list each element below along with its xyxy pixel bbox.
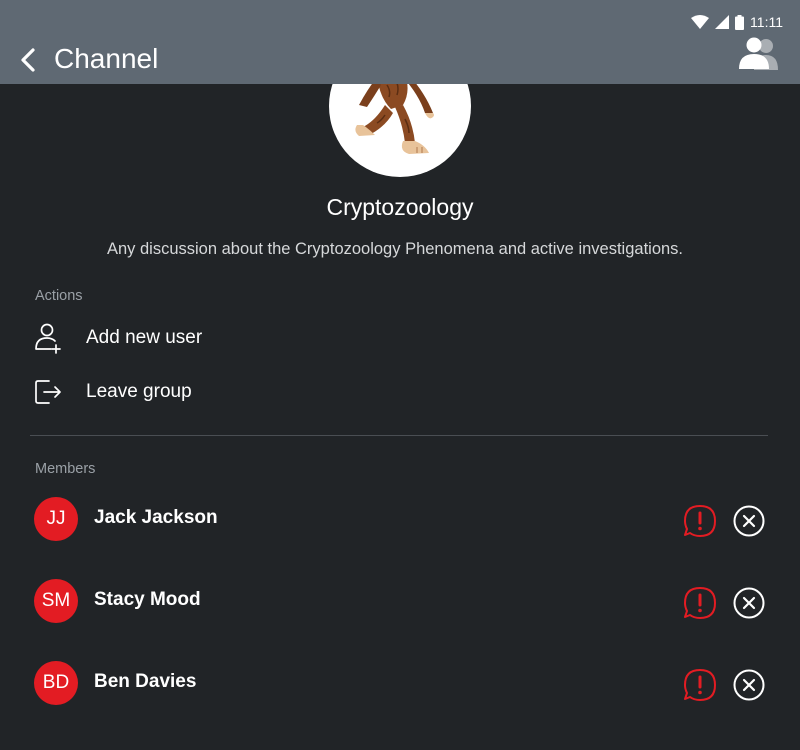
- members-button[interactable]: [734, 34, 782, 74]
- member-name: Stacy Mood: [94, 589, 201, 610]
- leave-group-button[interactable]: Leave group: [30, 370, 430, 414]
- member-avatar: SM: [34, 579, 78, 623]
- add-new-user-button[interactable]: Add new user: [30, 316, 430, 360]
- close-icon: [733, 587, 765, 619]
- wifi-icon: [691, 15, 710, 29]
- member-row[interactable]: BD Ben Davies: [30, 658, 770, 708]
- actions-section-label: Actions: [35, 288, 83, 304]
- report-member-button[interactable]: [682, 503, 718, 539]
- add-user-icon: [35, 323, 61, 354]
- member-avatar: BD: [34, 661, 78, 705]
- member-row[interactable]: SM Stacy Mood: [30, 576, 770, 626]
- report-member-button[interactable]: [682, 585, 718, 621]
- chevron-left-icon: [21, 48, 35, 72]
- close-icon: [733, 669, 765, 701]
- section-divider: [30, 435, 768, 436]
- channel-description: Any discussion about the Cryptozoology P…: [106, 240, 684, 258]
- status-time: 11:11: [750, 14, 783, 30]
- members-section-label: Members: [35, 461, 96, 477]
- cell-signal-icon: [715, 15, 730, 29]
- leave-group-icon: [35, 380, 61, 404]
- report-member-button[interactable]: [682, 667, 718, 703]
- remove-member-button[interactable]: [732, 668, 766, 702]
- page-title: Channel: [54, 43, 159, 74]
- leave-group-label: Leave group: [86, 381, 192, 402]
- report-icon: [684, 587, 716, 619]
- channel-name: Cryptozoology: [326, 194, 474, 220]
- add-new-user-label: Add new user: [86, 327, 203, 348]
- report-icon: [684, 669, 716, 701]
- battery-icon: [735, 14, 745, 30]
- status-bar: 11:11: [691, 12, 783, 32]
- member-name: Jack Jackson: [94, 507, 218, 528]
- remove-member-button[interactable]: [732, 586, 766, 620]
- group-icon: [739, 37, 778, 70]
- member-name: Ben Davies: [94, 671, 197, 692]
- remove-member-button[interactable]: [732, 504, 766, 538]
- back-button[interactable]: [10, 40, 46, 80]
- report-icon: [684, 505, 716, 537]
- close-icon: [733, 505, 765, 537]
- member-row[interactable]: JJ Jack Jackson: [30, 494, 770, 544]
- app-bar: 11:11 Channel: [0, 0, 800, 84]
- member-avatar: JJ: [34, 497, 78, 541]
